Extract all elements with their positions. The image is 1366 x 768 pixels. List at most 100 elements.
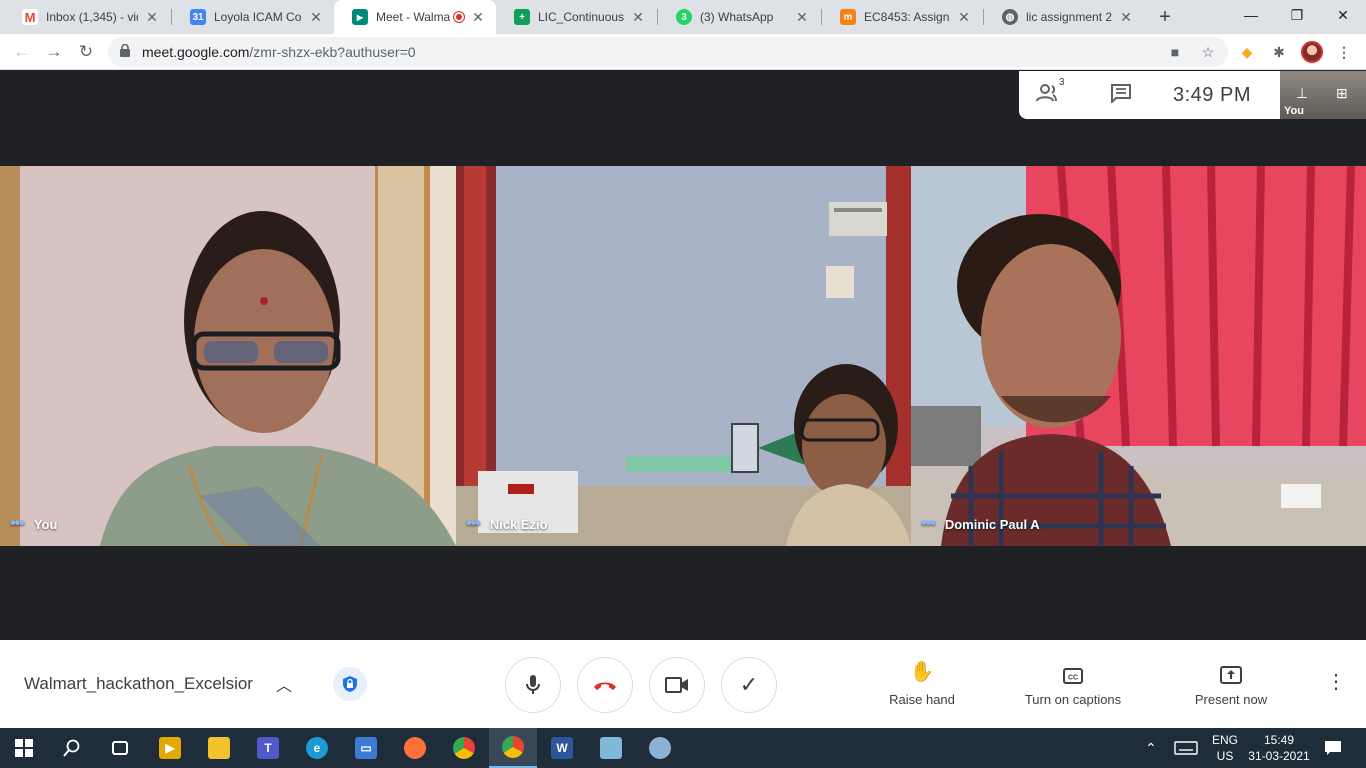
- language-indicator[interactable]: ENG US: [1206, 728, 1244, 768]
- windows-taskbar: ▶ T e ▭ W ⌃ ENG US 15:49 31-03-2021: [0, 728, 1366, 768]
- participant-name-text: Dominic Paul A: [944, 516, 1040, 532]
- tab-title: LIC_Continuous Ev: [538, 10, 624, 24]
- restore-button[interactable]: ❐: [1274, 0, 1320, 30]
- raise-hand-button[interactable]: ✋ Raise hand: [862, 658, 982, 707]
- tab-gmail[interactable]: M Inbox (1,345) - vidh ✕: [4, 0, 170, 34]
- taskbar-app-notes[interactable]: [587, 728, 635, 768]
- windows-logo-icon: [15, 739, 33, 757]
- bookmark-star-icon[interactable]: ☆: [1198, 42, 1218, 62]
- microphone-button[interactable]: [505, 657, 561, 713]
- close-icon[interactable]: ✕: [956, 9, 972, 26]
- keyboard-layout: US: [1216, 749, 1234, 763]
- tab-meet[interactable]: ▶ Meet - Walma ✕: [334, 0, 496, 34]
- taskbar-app-media[interactable]: ▶: [146, 728, 194, 768]
- pin-icon[interactable]: ⊥: [1296, 85, 1308, 102]
- participant-tile-nick[interactable]: ••• Nick Ezio: [456, 166, 911, 546]
- participant-name: ••• You: [10, 515, 57, 533]
- close-icon[interactable]: ✕: [794, 9, 810, 26]
- search-button[interactable]: [48, 728, 96, 768]
- taskbar-app-word[interactable]: W: [538, 728, 586, 768]
- close-icon[interactable]: ✕: [1118, 9, 1134, 26]
- camera-button[interactable]: [649, 657, 705, 713]
- notifications-icon[interactable]: [1318, 728, 1348, 768]
- forward-button[interactable]: →: [40, 38, 68, 66]
- close-icon[interactable]: ✕: [630, 9, 646, 26]
- taskbar-app-explorer[interactable]: [195, 728, 243, 768]
- video-camera-icon: [665, 677, 688, 693]
- participant-tile-you[interactable]: ••• You: [0, 166, 456, 546]
- people-button[interactable]: 3: [1019, 77, 1079, 108]
- chat-button[interactable]: [1091, 83, 1151, 108]
- meeting-name[interactable]: Walmart_hackathon_Excelsior: [24, 674, 253, 694]
- media-player-icon: ▶: [159, 737, 181, 759]
- profile-avatar[interactable]: [1301, 41, 1323, 63]
- edge-icon: e: [306, 737, 328, 759]
- system-clock[interactable]: 15:49 31-03-2021: [1244, 728, 1314, 768]
- firefox-icon: [404, 737, 426, 759]
- attendance-button[interactable]: ✓: [721, 657, 777, 713]
- word-icon: W: [551, 737, 573, 759]
- participant-video: [0, 166, 456, 546]
- tab-title: Loyola ICAM Colle: [214, 10, 302, 24]
- taskbar-app-chrome[interactable]: [440, 728, 488, 768]
- keyboard-icon[interactable]: [1170, 728, 1202, 768]
- participant-name: ••• Dominic Paul A: [921, 515, 1040, 533]
- tab-sheets[interactable]: + LIC_Continuous Ev ✕: [496, 0, 656, 34]
- taskbar-app-teams[interactable]: T: [244, 728, 292, 768]
- tab-calendar[interactable]: 31 Loyola ICAM Colle ✕: [172, 0, 334, 34]
- participant-name-text: Nick Ezio: [489, 516, 548, 532]
- taskbar-app-paint[interactable]: [636, 728, 684, 768]
- sheets-icon: +: [514, 9, 530, 25]
- camera-icon[interactable]: ■: [1165, 42, 1185, 62]
- chrome-icon: [453, 737, 475, 759]
- tab-title: (3) WhatsApp: [700, 10, 774, 24]
- new-tab-button[interactable]: +: [1152, 4, 1178, 30]
- window-close-button[interactable]: ✕: [1320, 0, 1366, 30]
- start-button[interactable]: [0, 728, 48, 768]
- tab-title: EC8453: Assignme: [864, 10, 950, 24]
- present-now-button[interactable]: Present now: [1171, 658, 1291, 707]
- close-icon[interactable]: ✕: [308, 9, 324, 26]
- captions-icon: CC: [1013, 658, 1133, 684]
- taskbar-app-edge[interactable]: e: [293, 728, 341, 768]
- search-icon: [63, 739, 80, 757]
- task-view-icon: [112, 741, 128, 755]
- participant-name-text: You: [33, 516, 58, 532]
- tab-moodle[interactable]: m EC8453: Assignme ✕: [822, 0, 982, 34]
- present-now-label: Present now: [1194, 692, 1268, 707]
- tab-whatsapp[interactable]: 3 (3) WhatsApp ✕: [658, 0, 820, 34]
- more-options-icon[interactable]: ⋮: [1326, 672, 1346, 692]
- extension-icon[interactable]: ◆: [1235, 40, 1259, 64]
- chevron-up-icon[interactable]: ⌃: [1140, 728, 1162, 768]
- task-view-button[interactable]: [96, 728, 144, 768]
- back-button[interactable]: ←: [8, 38, 36, 66]
- close-icon[interactable]: ✕: [470, 9, 486, 26]
- layout-toggle-icon[interactable]: ⊞: [1336, 85, 1348, 102]
- globe-icon: ◍: [1002, 9, 1018, 25]
- captions-button[interactable]: CC Turn on captions: [1013, 658, 1133, 707]
- address-bar[interactable]: meet.google.com/zmr-shzx-ekb?authuser=0 …: [108, 37, 1228, 67]
- microphone-icon: [526, 675, 540, 694]
- minimize-button[interactable]: —: [1228, 0, 1274, 30]
- tab-lic-assignment[interactable]: ◍ lic assignment 2-6 ✕: [984, 0, 1144, 34]
- extensions-puzzle-icon[interactable]: ✱: [1267, 40, 1291, 64]
- participant-tile-dominic[interactable]: ••• Dominic Paul A: [911, 166, 1366, 546]
- leave-call-button[interactable]: [577, 657, 633, 713]
- captions-label: Turn on captions: [1024, 692, 1122, 707]
- host-controls-button[interactable]: [333, 667, 367, 701]
- teams-icon: T: [257, 737, 279, 759]
- taskbar-app-firefox[interactable]: [391, 728, 439, 768]
- reload-button[interactable]: ↻: [72, 38, 100, 66]
- close-icon[interactable]: ✕: [144, 9, 160, 26]
- raise-hand-icon: ✋: [909, 661, 935, 683]
- chevron-up-icon[interactable]: ︿: [276, 672, 292, 696]
- meeting-info-panel: 3 3:49 PM: [1019, 71, 1280, 119]
- taskbar-app-chrome-profile[interactable]: [489, 728, 537, 768]
- self-view-thumbnail[interactable]: ⊥ ⊞ You: [1280, 71, 1366, 119]
- browser-menu-icon[interactable]: ⋮: [1332, 40, 1356, 64]
- calendar-icon: 31: [190, 9, 206, 25]
- tab-title: lic assignment 2-6: [1026, 10, 1112, 24]
- taskbar-app-computer[interactable]: ▭: [342, 728, 390, 768]
- notes-icon: [600, 737, 622, 759]
- paint-icon: [649, 737, 671, 759]
